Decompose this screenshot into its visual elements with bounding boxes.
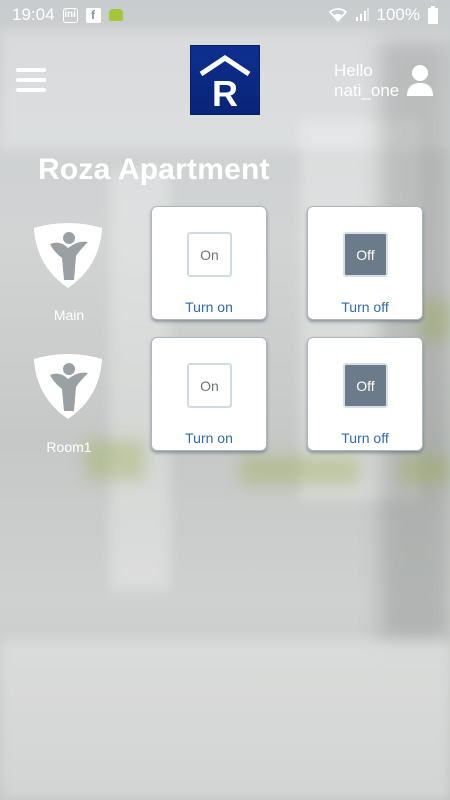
turn-off-card-main[interactable]: Off Turn off	[307, 206, 423, 320]
signal-icon	[355, 8, 369, 21]
logo-letter: R	[212, 73, 238, 112]
turn-on-card-room1[interactable]: On Turn on	[151, 337, 267, 451]
device-name-room1: Room1	[46, 439, 92, 455]
device-shield-icon	[34, 354, 102, 419]
greeting-username: nati_one	[334, 81, 400, 100]
device-shield-icon	[34, 223, 102, 288]
on-switch[interactable]: On	[187, 363, 232, 408]
house-logo-icon: R	[199, 54, 251, 112]
off-switch[interactable]: Off	[343, 232, 388, 277]
android-icon	[108, 9, 123, 21]
user-greeting: Hello nati_one	[334, 61, 399, 101]
app-logo: R	[190, 45, 260, 115]
facebook-icon: f	[85, 7, 101, 23]
turn-off-label: Turn off	[341, 430, 389, 446]
notification-icon: ini	[62, 7, 78, 23]
wifi-icon	[328, 8, 347, 22]
page-title: Roza Apartment	[38, 153, 270, 186]
greeting-hello: Hello	[334, 61, 373, 80]
battery-percent: 100%	[376, 5, 420, 24]
turn-on-card-main[interactable]: On Turn on	[151, 206, 267, 320]
turn-off-card-room1[interactable]: Off Turn off	[307, 337, 423, 451]
on-switch[interactable]: On	[187, 232, 232, 277]
turn-on-label: Turn on	[185, 430, 233, 446]
user-icon[interactable]	[406, 64, 434, 96]
device-name-main: Main	[53, 307, 85, 323]
turn-on-label: Turn on	[185, 299, 233, 315]
hamburger-menu-icon[interactable]	[16, 68, 46, 92]
off-switch[interactable]: Off	[343, 363, 388, 408]
status-bar: 19:04 ini f 100%	[0, 0, 450, 30]
battery-icon	[428, 6, 438, 24]
turn-off-label: Turn off	[341, 299, 389, 315]
status-time: 19:04	[12, 5, 55, 24]
